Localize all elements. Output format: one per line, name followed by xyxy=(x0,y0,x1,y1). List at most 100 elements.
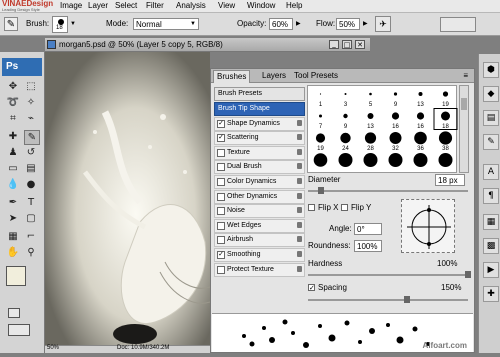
brush-tip-swatch[interactable] xyxy=(369,92,372,96)
diameter-input[interactable]: 18 px xyxy=(435,174,465,186)
menu-help[interactable]: Help xyxy=(286,1,302,10)
styles-dock-icon[interactable]: ▦ xyxy=(483,214,499,230)
flow-dropdown-icon[interactable]: ▶ xyxy=(363,20,368,27)
brush-tip-swatch[interactable] xyxy=(414,131,427,145)
lock-icon[interactable] xyxy=(297,251,302,257)
navigator-icon[interactable]: ⬢ xyxy=(483,62,499,78)
lock-icon[interactable] xyxy=(297,221,302,228)
spacing-checkbox[interactable]: ✓ xyxy=(308,284,315,292)
brush-tip-swatch[interactable] xyxy=(340,132,351,144)
flow-input[interactable]: 50% xyxy=(336,18,360,30)
scroll-thumb[interactable] xyxy=(461,98,467,110)
info-dock-icon[interactable]: ▩ xyxy=(483,238,499,254)
eraser-tool-icon[interactable]: ▭ xyxy=(6,162,20,175)
brush-setting-item[interactable]: Brush Tip Shape xyxy=(214,102,305,116)
brush-setting-item[interactable]: ✓ Shape Dynamics xyxy=(214,116,305,131)
brush-tip-swatch[interactable] xyxy=(315,133,326,143)
angle-roundness-widget[interactable] xyxy=(401,199,455,253)
setting-checkbox[interactable] xyxy=(217,265,225,274)
tab-layers[interactable]: Layers xyxy=(259,70,289,82)
brush-tip-swatch[interactable] xyxy=(338,153,353,167)
menu-view[interactable]: View xyxy=(218,1,235,10)
marquee-tool-icon[interactable]: ⬚ xyxy=(24,80,38,93)
maximize-icon[interactable]: □ xyxy=(342,40,352,49)
character-dock-icon[interactable]: A xyxy=(483,164,499,180)
lock-icon[interactable] xyxy=(297,148,302,155)
history-brush-icon[interactable]: ↺ xyxy=(24,146,38,159)
setting-checkbox[interactable] xyxy=(217,163,225,172)
opacity-input[interactable]: 60% xyxy=(269,18,293,30)
tool-presets-dock-icon[interactable]: ✚ xyxy=(483,286,499,302)
diameter-slider-track[interactable] xyxy=(308,190,468,192)
lasso-tool-icon[interactable]: ➰ xyxy=(6,96,20,109)
brush-tip-swatch[interactable] xyxy=(391,112,400,120)
hand-tool-icon[interactable]: ✋ xyxy=(6,246,20,259)
hardness-slider-track[interactable] xyxy=(308,274,468,276)
brush-setting-item[interactable]: Other Dynamics xyxy=(214,189,305,204)
setting-checkbox[interactable] xyxy=(217,236,225,245)
brush-tip-swatch[interactable] xyxy=(343,113,348,119)
flip-x-checkbox[interactable] xyxy=(308,204,315,211)
setting-checkbox[interactable] xyxy=(217,178,225,186)
menu-layer[interactable]: Layer xyxy=(88,1,108,10)
setting-checkbox[interactable] xyxy=(217,207,225,216)
brush-presets-item[interactable]: Brush Presets xyxy=(214,87,305,101)
brush-tip-swatch[interactable] xyxy=(319,93,322,95)
lock-icon[interactable] xyxy=(297,236,302,243)
screen-mode-icon[interactable] xyxy=(8,324,30,336)
path-selection-icon[interactable]: ➤ xyxy=(6,212,20,225)
brush-tip-swatch[interactable] xyxy=(388,153,403,167)
brush-tip-swatch[interactable] xyxy=(344,93,347,95)
dodge-tool-icon[interactable]: ● xyxy=(24,178,38,191)
brush-dropdown-icon[interactable]: ▼ xyxy=(70,21,76,27)
setting-checkbox[interactable]: ✓ xyxy=(217,134,225,143)
opacity-dropdown-icon[interactable]: ▶ xyxy=(296,20,301,27)
roundness-input[interactable]: 100% xyxy=(354,240,382,252)
crop-tool-icon[interactable]: ⌗ xyxy=(6,112,20,125)
pen-tool-icon[interactable]: ✒ xyxy=(6,196,20,209)
brush-tip-swatch[interactable] xyxy=(389,132,402,144)
lock-icon[interactable] xyxy=(297,119,302,126)
document-title-bar[interactable]: morgan5.psd @ 50% (Layer 5 copy 5, RGB/8… xyxy=(45,38,370,52)
lock-icon[interactable] xyxy=(297,134,302,141)
foreground-color-swatch[interactable] xyxy=(6,266,26,286)
brush-tip-swatch[interactable] xyxy=(393,92,398,96)
setting-checkbox[interactable]: ✓ xyxy=(217,119,225,128)
brush-tip-swatch[interactable] xyxy=(441,111,450,121)
brush-tip-swatch[interactable] xyxy=(438,153,453,167)
shape-tool-icon[interactable]: ▢ xyxy=(24,212,38,225)
brush-tip-swatch[interactable] xyxy=(442,91,449,97)
paragraph-dock-icon[interactable]: ¶ xyxy=(483,188,499,204)
healing-tool-icon[interactable]: ✚ xyxy=(6,130,20,143)
brush-tip-swatch[interactable] xyxy=(413,153,428,167)
lock-icon[interactable] xyxy=(297,207,302,214)
brush-picker[interactable]: 18 xyxy=(52,16,68,33)
eyedropper-icon[interactable]: ⌐ xyxy=(24,230,38,243)
brush-tool-icon[interactable]: ✎ xyxy=(4,17,18,31)
brush-tip-swatch[interactable] xyxy=(367,113,374,119)
workspace-switcher[interactable] xyxy=(440,17,476,32)
tab-tool-presets[interactable]: Tool Presets xyxy=(291,70,341,82)
layers-dock-icon[interactable]: ◆ xyxy=(483,86,499,102)
brushes-dock-icon[interactable]: ✎ xyxy=(483,134,499,150)
mode-select[interactable]: Normal ▼ xyxy=(133,18,199,30)
setting-checkbox[interactable]: ✓ xyxy=(217,251,225,259)
document-canvas[interactable] xyxy=(45,52,210,347)
slice-tool-icon[interactable]: ⌁ xyxy=(24,112,38,125)
lock-icon[interactable] xyxy=(297,192,302,199)
setting-checkbox[interactable] xyxy=(217,192,225,201)
brush-setting-item[interactable]: ✓ Smoothing xyxy=(214,248,305,262)
spacing-slider-thumb[interactable] xyxy=(404,296,410,303)
brush-setting-item[interactable]: Wet Edges xyxy=(214,218,305,233)
setting-checkbox[interactable] xyxy=(217,148,225,157)
brush-tip-swatch[interactable] xyxy=(313,153,328,167)
flip-y-checkbox[interactable] xyxy=(341,204,348,211)
lock-icon[interactable] xyxy=(297,163,302,170)
brush-setting-item[interactable]: ✓ Scattering xyxy=(214,131,305,146)
lock-icon[interactable] xyxy=(297,178,302,184)
brush-tip-swatch[interactable] xyxy=(363,153,378,167)
brush-tool-icon-selected[interactable]: ✎ xyxy=(24,130,40,145)
brush-setting-item[interactable]: Protect Texture xyxy=(214,262,305,277)
notes-tool-icon[interactable]: ▦ xyxy=(6,230,20,243)
type-tool-icon[interactable]: T xyxy=(24,196,38,209)
